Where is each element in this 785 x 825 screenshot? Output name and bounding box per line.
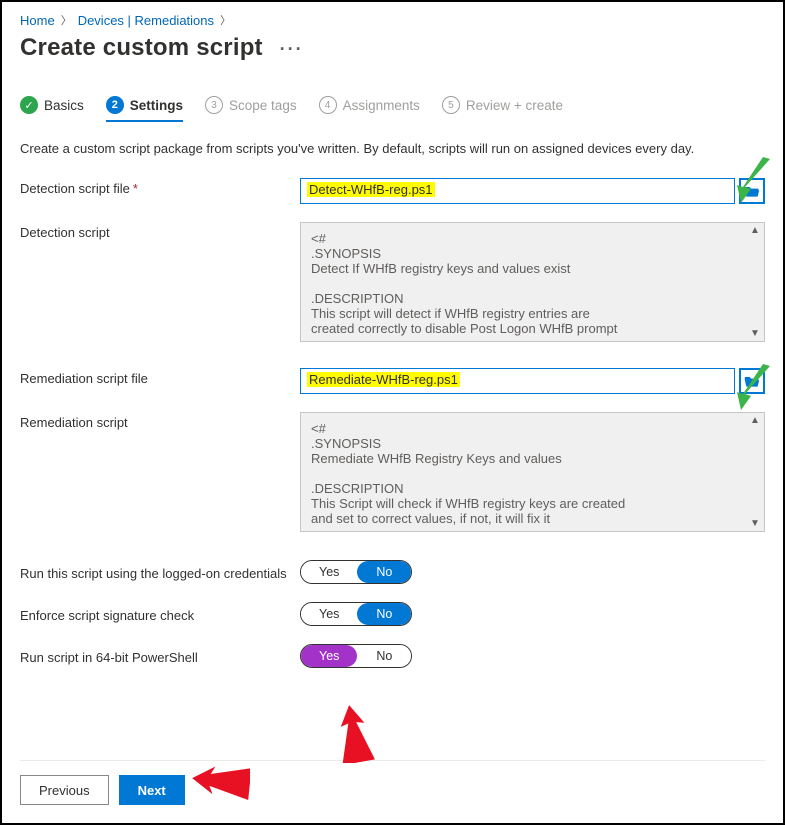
annotation-arrow-icon (322, 703, 382, 763)
ellipsis-icon[interactable]: ··· (280, 39, 304, 59)
breadcrumb-devices[interactable]: Devices | Remediations (78, 13, 214, 28)
footer-actions: Previous Next (20, 760, 765, 805)
tab-review-create[interactable]: 5 Review + create (442, 96, 563, 122)
toggle-yes[interactable]: Yes (301, 603, 357, 625)
previous-button[interactable]: Previous (20, 775, 109, 805)
tab-label: Review + create (466, 98, 563, 113)
tab-basics[interactable]: ✓ Basics (20, 96, 84, 122)
chevron-right-icon: 〉 (220, 12, 231, 28)
remediation-file-label: Remediation script file (20, 368, 300, 386)
toggle-no[interactable]: No (357, 603, 411, 625)
detection-file-value: Detect-WHfB-reg.ps1 (307, 182, 435, 197)
run-64bit-label: Run script in 64-bit PowerShell (20, 647, 300, 665)
enforce-sig-label: Enforce script signature check (20, 605, 300, 623)
folder-open-icon (744, 374, 760, 388)
step-number-icon: 3 (205, 96, 223, 114)
page-title-text: Create custom script (20, 34, 263, 61)
scroll-down-icon[interactable]: ▼ (750, 328, 762, 339)
step-number-icon: 4 (319, 96, 337, 114)
step-number-icon: 5 (442, 96, 460, 114)
tab-assignments[interactable]: 4 Assignments (319, 96, 420, 122)
checkmark-icon: ✓ (20, 96, 38, 114)
step-number-icon: 2 (106, 96, 124, 114)
browse-file-button[interactable] (739, 368, 765, 394)
tab-scope-tags[interactable]: 3 Scope tags (205, 96, 297, 122)
browse-file-button[interactable] (739, 178, 765, 204)
enforce-sig-toggle[interactable]: Yes No (300, 602, 412, 626)
remediation-script-textarea[interactable]: ▲ <# .SYNOPSIS Remediate WHfB Registry K… (300, 412, 765, 532)
tab-label: Settings (130, 98, 183, 113)
remediation-file-input[interactable]: Remediate-WHfB-reg.ps1 (300, 368, 735, 394)
scroll-down-icon[interactable]: ▼ (750, 518, 762, 529)
detection-script-label: Detection script (20, 222, 300, 240)
tab-label: Scope tags (229, 98, 297, 113)
page-title: Create custom script ··· (20, 34, 765, 62)
tab-bar: ✓ Basics 2 Settings 3 Scope tags 4 Assig… (20, 96, 765, 123)
remediation-script-label: Remediation script (20, 412, 300, 430)
remediation-file-value: Remediate-WHfB-reg.ps1 (307, 372, 460, 387)
toggle-no[interactable]: No (357, 561, 411, 583)
intro-text: Create a custom script package from scri… (20, 141, 765, 156)
tab-label: Assignments (343, 98, 420, 113)
toggle-yes[interactable]: Yes (301, 645, 357, 667)
detection-script-content: <# .SYNOPSIS Detect If WHfB registry key… (311, 231, 754, 336)
folder-open-icon (744, 184, 760, 198)
detection-script-textarea[interactable]: ▲ <# .SYNOPSIS Detect If WHfB registry k… (300, 222, 765, 342)
chevron-right-icon: 〉 (61, 12, 72, 28)
detection-file-label: Detection script file* (20, 178, 300, 196)
toggle-yes[interactable]: Yes (301, 561, 357, 583)
breadcrumb-home[interactable]: Home (20, 13, 55, 28)
run-logged-on-toggle[interactable]: Yes No (300, 560, 412, 584)
run-64bit-toggle[interactable]: Yes No (300, 644, 412, 668)
remediation-script-content: <# .SYNOPSIS Remediate WHfB Registry Key… (311, 421, 754, 526)
breadcrumb: Home 〉 Devices | Remediations 〉 (20, 12, 765, 28)
toggle-no[interactable]: No (357, 645, 411, 667)
tab-settings[interactable]: 2 Settings (106, 96, 183, 122)
scroll-up-icon[interactable]: ▲ (750, 225, 762, 236)
next-button[interactable]: Next (119, 775, 185, 805)
tab-label: Basics (44, 98, 84, 113)
detection-file-input[interactable]: Detect-WHfB-reg.ps1 (300, 178, 735, 204)
run-logged-on-label: Run this script using the logged-on cred… (20, 563, 300, 581)
scroll-up-icon[interactable]: ▲ (750, 415, 762, 426)
